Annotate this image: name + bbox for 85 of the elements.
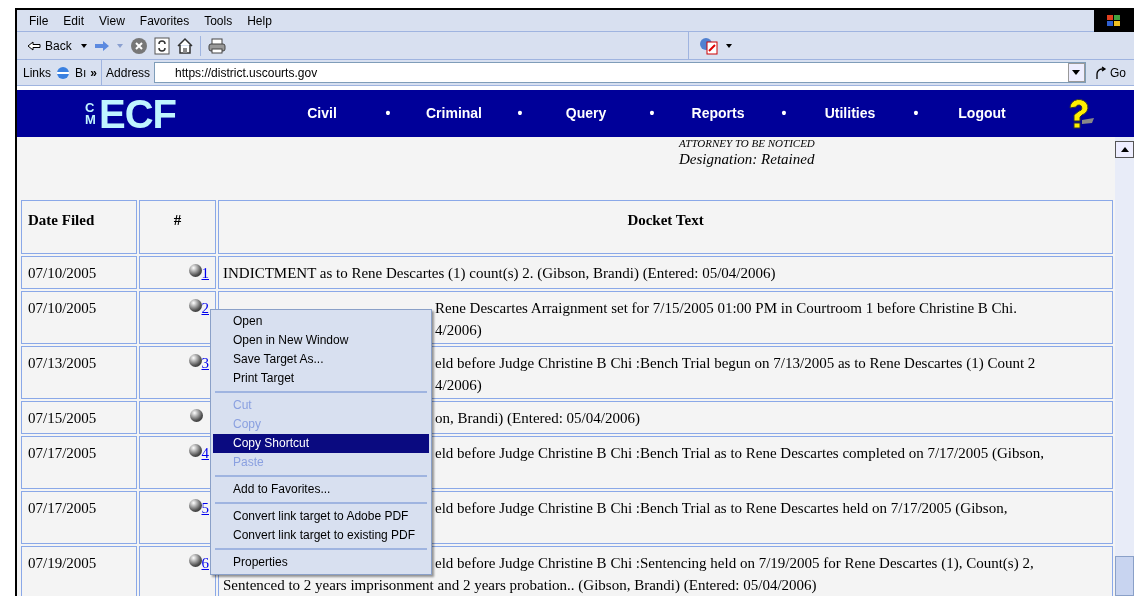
back-arrow-icon: [27, 40, 41, 51]
caret-icon: [1072, 70, 1081, 75]
separator-dot: •: [516, 104, 524, 123]
globe-icon: [188, 354, 202, 367]
menu-item[interactable]: Favorites: [139, 11, 190, 30]
globe-icon: [188, 299, 202, 312]
globe-icon: [188, 554, 202, 567]
document-link[interactable]: 3: [201, 352, 213, 375]
table-cell: 07/17/2005: [21, 436, 137, 489]
globe-icon: [188, 444, 202, 457]
refresh-icon[interactable]: [153, 36, 170, 55]
menu-item[interactable]: Open: [213, 312, 429, 331]
document-link[interactable]: 5: [201, 497, 213, 520]
menu-item[interactable]: Tools: [204, 11, 233, 30]
nav-link[interactable]: Query: [551, 103, 621, 124]
attorney-role: ATTORNEY TO BE NOTICED: [679, 137, 816, 150]
column-header: #: [139, 200, 216, 254]
table-cell: 07/15/2005: [21, 401, 137, 434]
go-button[interactable]: Go: [1086, 63, 1134, 82]
menu-item[interactable]: Edit: [63, 11, 85, 30]
nav-link[interactable]: Logout: [947, 103, 1017, 124]
docket-text: Sentenced to 2 years imprisonment and 2 years probation.. (Gibson, Brandi) (Entered: 05/04/2006): [223, 576, 817, 595]
menu-item[interactable]: Convert link target to Adobe PDF: [213, 507, 429, 526]
document-link[interactable]: 1: [201, 262, 213, 285]
document-link[interactable]: 2: [201, 297, 213, 320]
browser-logo-icon: [55, 64, 71, 81]
menu-item[interactable]: Open in New Window: [213, 331, 429, 350]
menu-item[interactable]: Save Target As...: [213, 350, 429, 369]
docket-text: 4/2006): [435, 321, 482, 340]
column-header: Docket Text: [218, 200, 1113, 254]
dropdown-button[interactable]: [1068, 63, 1085, 82]
menu-item[interactable]: View: [99, 11, 125, 30]
scrollbar-thumb[interactable]: [1115, 556, 1134, 596]
docket-text: eld before Judge Christine B Chi :Bench Trial as to Rene Descartes completed on 7/17/2005 (Gibson,: [435, 444, 1045, 463]
docket-text: Rene Descartes Arraignment set for 7/15/2005 01:00 PM in Courtroom 1 before Christine B Chi.: [435, 299, 1017, 318]
separator-dot: •: [648, 104, 656, 123]
menu-item[interactable]: Print Target: [213, 369, 429, 388]
chevron[interactable]: »: [90, 63, 98, 82]
printer-icon[interactable]: [206, 36, 227, 55]
globe-icon: [188, 499, 202, 512]
nav-link[interactable]: Reports: [683, 103, 753, 124]
globe-icon: [190, 409, 203, 422]
separator-dot: •: [384, 104, 392, 123]
menu-item[interactable]: Properties: [213, 553, 429, 572]
menu-item[interactable]: Convert link target to existing PDF: [213, 526, 429, 545]
home-icon[interactable]: [175, 36, 194, 55]
docket-text: on, Brandi) (Entered: 05/04/2006): [435, 409, 640, 428]
caret-icon[interactable]: [79, 42, 88, 49]
docket-text: eld before Judge Christine B Chi :Bench Trial as to Rene Descartes held on 7/17/2005 (Gibson,: [435, 499, 1008, 518]
logo-prefix: CM: [85, 101, 97, 126]
separator-dot: •: [780, 104, 788, 123]
attorney-designation: Designation: Retained: [679, 150, 816, 168]
stop-icon[interactable]: [129, 36, 148, 55]
separator-dot: •: [912, 104, 920, 123]
globe-icon: [188, 264, 202, 277]
menu-item[interactable]: Help: [247, 11, 272, 30]
document-link[interactable]: 6: [201, 552, 213, 575]
table-cell: 07/13/2005: [21, 346, 137, 399]
docket-text: INDICTMENT as to Rene Descartes (1) count(s) 2. (Gibson, Brandi) (Entered: 05/04/2006): [223, 264, 776, 283]
menu-item[interactable]: File: [29, 11, 49, 30]
document-link[interactable]: 4: [201, 442, 213, 465]
pdf-document-icon[interactable]: [699, 36, 719, 55]
nav-link[interactable]: Utilities: [815, 103, 885, 124]
table-cell: 07/19/2005: [21, 546, 137, 596]
docket-text: 4/2006): [435, 376, 482, 395]
caret-icon[interactable]: [725, 42, 733, 49]
menu-item[interactable]: Add to Favorites...: [213, 480, 429, 499]
address-label: Address: [105, 64, 152, 82]
caret-icon: [1120, 147, 1129, 152]
go-arrow-icon: [1094, 65, 1108, 80]
logo: ECF: [99, 93, 176, 134]
back-button[interactable]: Back: [25, 36, 74, 55]
scroll-up-button[interactable]: [1115, 141, 1134, 158]
menu-item[interactable]: Copy Shortcut: [213, 434, 429, 453]
table-cell: 07/10/2005: [21, 291, 137, 344]
table-cell: 07/17/2005: [21, 491, 137, 544]
forward-arrow-icon[interactable]: [93, 39, 110, 52]
nav-link[interactable]: Criminal: [419, 103, 489, 124]
table-cell: 07/10/2005: [21, 256, 137, 289]
nav-link[interactable]: Civil: [287, 103, 357, 124]
links-label: Links: [23, 64, 51, 82]
docket-text: eld before Judge Christine B Chi :Bench Trial begun on 7/13/2005 as to Rene Descartes (1) Count 2: [435, 354, 1036, 373]
column-header: Date Filed: [21, 200, 137, 254]
link-item[interactable]: Bı: [75, 63, 87, 82]
docket-text: eld before Judge Christine B Chi :Sentencing held on 7/19/2005 for Rene Descartes (1), Count(s) 2,: [435, 554, 1034, 573]
